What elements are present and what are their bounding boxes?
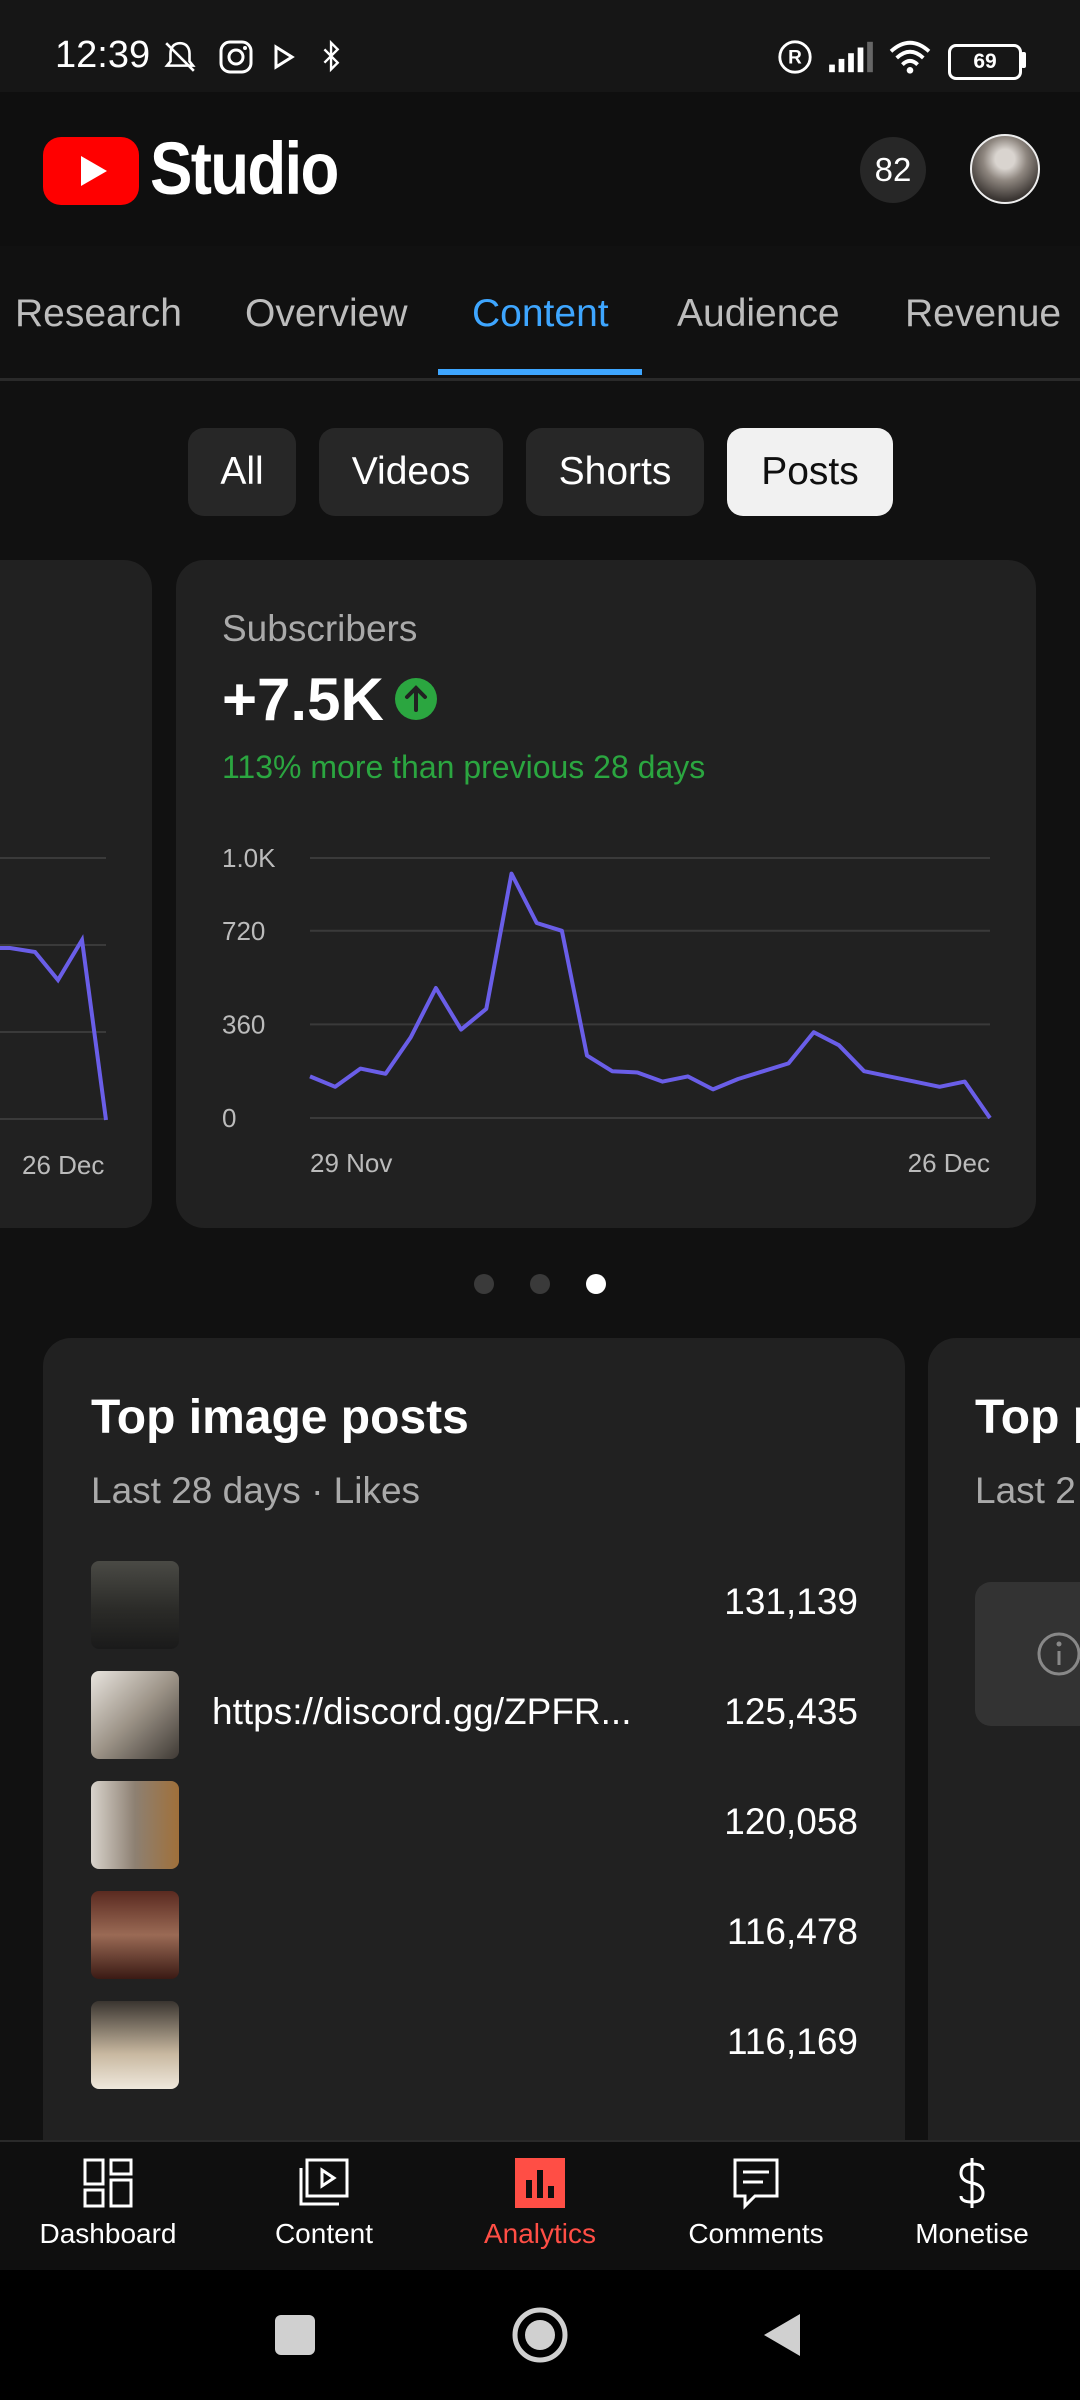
nav-dashboard[interactable]: Dashboard bbox=[0, 2156, 216, 2250]
nav-analytics[interactable]: Analytics bbox=[432, 2156, 648, 2250]
post-thumbnail-3[interactable] bbox=[91, 1781, 179, 1869]
mute-bell-icon bbox=[164, 41, 196, 72]
nav-comments[interactable]: Comments bbox=[648, 2156, 864, 2250]
chip-shorts[interactable]: Shorts bbox=[526, 428, 704, 516]
subscribers-change: 113% more than previous 28 days bbox=[222, 749, 706, 785]
trend-up-icon bbox=[395, 678, 437, 720]
analytics-tabs: Research Overview Content Audience Reven… bbox=[0, 248, 1080, 381]
analytics-icon bbox=[515, 2158, 565, 2208]
battery-icon: 69 bbox=[948, 44, 1022, 80]
tab-audience[interactable]: Audience bbox=[677, 292, 840, 336]
app-title: Studio bbox=[150, 127, 339, 210]
post-likes-5: 116,169 bbox=[727, 2021, 858, 2062]
signal-icon bbox=[829, 41, 873, 73]
bluetooth-icon bbox=[323, 39, 340, 73]
subscribers-value: +7.5K bbox=[222, 666, 384, 733]
post-likes-4: 116,478 bbox=[727, 1911, 858, 1952]
chip-videos[interactable]: Videos bbox=[319, 428, 503, 516]
info-icon bbox=[1037, 1632, 1080, 1676]
post-likes-3: 120,058 bbox=[724, 1801, 858, 1842]
tab-research[interactable]: Research bbox=[15, 292, 182, 336]
recents-button[interactable] bbox=[275, 2315, 315, 2355]
comments-icon bbox=[733, 2158, 779, 2210]
previous-metric-line bbox=[0, 934, 108, 1121]
battery-tip bbox=[1021, 52, 1026, 68]
dashboard-icon bbox=[83, 2158, 133, 2208]
active-tab-indicator bbox=[438, 369, 642, 375]
nav-content[interactable]: Content bbox=[216, 2156, 432, 2250]
post-thumbnail-2[interactable] bbox=[91, 1671, 179, 1759]
carousel-dot-3[interactable] bbox=[586, 1274, 606, 1294]
subscribers-series-line bbox=[309, 871, 992, 1120]
bottom-navigation: Dashboard Content Analytics Comments Mon… bbox=[0, 2140, 1080, 2272]
tab-overview[interactable]: Overview bbox=[245, 292, 408, 336]
post-likes-2: 125,435 bbox=[724, 1691, 858, 1732]
left-card-x-tick: 26 Dec bbox=[22, 1150, 105, 1180]
system-navigation-bar bbox=[0, 2270, 1080, 2400]
home-button[interactable] bbox=[510, 2305, 570, 2365]
nav-content-label: Content bbox=[274, 2218, 374, 2249]
carousel-dot-2[interactable] bbox=[530, 1274, 550, 1294]
notification-count: 82 bbox=[874, 151, 912, 188]
avatar[interactable] bbox=[970, 134, 1040, 204]
y-tick-label: 720 bbox=[222, 916, 265, 946]
instagram-icon bbox=[219, 40, 253, 74]
notification-count-badge[interactable]: 82 bbox=[860, 137, 926, 203]
post-text-2[interactable]: https://discord.gg/ZPFR... bbox=[212, 1691, 662, 1733]
registered-icon: R bbox=[778, 40, 812, 74]
chip-all[interactable]: All bbox=[188, 428, 296, 516]
nav-monetise-label: Monetise bbox=[915, 2218, 1029, 2249]
nav-comments-label: Comments bbox=[688, 2218, 824, 2249]
nav-analytics-label: Analytics bbox=[483, 2218, 597, 2249]
top-posts-title: Top image posts bbox=[91, 1391, 469, 1444]
chip-posts[interactable]: Posts bbox=[727, 428, 893, 516]
next-card-info-box bbox=[975, 1582, 1080, 1726]
subscribers-chart: 1.0K 720 360 0 29 Nov 26 Dec bbox=[222, 843, 992, 1178]
status-bar: 12:39 R 69 bbox=[0, 0, 1080, 92]
next-card-title: Top p bbox=[975, 1391, 1080, 1444]
app-header: Studio 82 bbox=[0, 92, 1080, 246]
previous-metric-chart bbox=[0, 857, 108, 1121]
x-tick-label: 26 Dec bbox=[908, 1148, 990, 1178]
svg-text:R: R bbox=[788, 48, 802, 69]
wifi-icon bbox=[889, 40, 931, 74]
y-tick-label: 360 bbox=[222, 1009, 265, 1039]
subscribers-title: Subscribers bbox=[222, 608, 418, 649]
post-thumbnail-5[interactable] bbox=[91, 2001, 179, 2089]
x-tick-label: 29 Nov bbox=[310, 1148, 392, 1178]
post-thumbnail-1[interactable] bbox=[91, 1561, 179, 1649]
y-tick-label: 0 bbox=[222, 1103, 236, 1133]
next-card-subtitle: Last 2 bbox=[975, 1470, 1076, 1511]
play-store-icon bbox=[274, 44, 295, 70]
post-thumbnail-4[interactable] bbox=[91, 1891, 179, 1979]
monetise-icon bbox=[959, 2158, 985, 2208]
tab-content[interactable]: Content bbox=[472, 292, 609, 336]
nav-dashboard-label: Dashboard bbox=[39, 2218, 177, 2249]
tab-revenue[interactable]: Revenue bbox=[905, 292, 1061, 336]
content-icon bbox=[299, 2158, 349, 2206]
carousel-dot-1[interactable] bbox=[474, 1274, 494, 1294]
youtube-logo-icon bbox=[43, 137, 139, 205]
back-button[interactable] bbox=[760, 2310, 804, 2360]
battery-level: 69 bbox=[973, 50, 997, 73]
post-likes-1: 131,139 bbox=[724, 1581, 858, 1622]
status-time: 12:39 bbox=[55, 34, 151, 76]
top-posts-subtitle: Last 28 days · Likes bbox=[91, 1470, 421, 1511]
nav-monetise[interactable]: Monetise bbox=[864, 2156, 1080, 2250]
y-tick-label: 1.0K bbox=[222, 843, 276, 873]
